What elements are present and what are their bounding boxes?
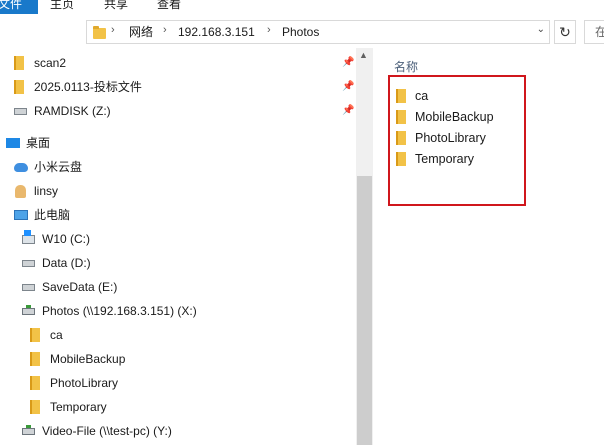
nav-item-this-pc[interactable]: 此电脑 (14, 204, 344, 226)
navigation-pane: scan2 📌 2025.0113-投标文件 📌 RAMDISK (Z:) 📌 … (0, 52, 356, 445)
nav-item-bid-docs[interactable]: 2025.0113-投标文件 (14, 76, 334, 98)
drive-icon (22, 284, 35, 291)
cloud-icon (14, 163, 28, 172)
nav-item-label: scan2 (34, 56, 67, 70)
nav-item-label: ca (50, 328, 63, 342)
folder-icon (14, 80, 24, 94)
tab-view[interactable]: 查看 (157, 0, 181, 14)
folder-icon (14, 56, 24, 70)
chevron-down-icon[interactable]: ⌄ (537, 24, 545, 35)
breadcrumb-host[interactable]: 192.168.3.151 (178, 25, 255, 39)
tab-file[interactable]: 文件 (0, 0, 38, 14)
pin-icon[interactable]: 📌 (342, 81, 354, 92)
windows-drive-icon (22, 230, 35, 244)
nav-item-ramdisk[interactable]: RAMDISK (Z:) (14, 100, 334, 122)
nav-item-drive-x[interactable]: Photos (\\192.168.3.151) (X:) (22, 300, 342, 322)
nav-item-user[interactable]: linsy (14, 180, 344, 202)
pin-icon[interactable]: 📌 (342, 105, 354, 116)
nav-scrollbar[interactable]: ▲ (356, 48, 373, 445)
ribbon-tab-strip: 文件 主页 共享 查看 (0, 0, 604, 14)
breadcrumb-separator: › (163, 24, 167, 36)
desktop-icon (6, 138, 20, 148)
nav-item-label: PhotoLibrary (50, 376, 119, 390)
breadcrumb-photos[interactable]: Photos (282, 25, 319, 39)
breadcrumb-network[interactable]: 网络 (129, 25, 153, 39)
nav-item-label: RAMDISK (Z:) (34, 104, 111, 118)
refresh-button[interactable]: ↻ (554, 20, 576, 44)
nav-item-ca[interactable]: ca (30, 324, 340, 346)
nav-item-label: SaveData (E:) (42, 280, 118, 294)
folder-icon (30, 328, 40, 342)
nav-item-label: Video-File (\\test-pc) (Y:) (42, 424, 172, 438)
nav-item-label: Photos (\\192.168.3.151) (X:) (42, 304, 197, 318)
nav-item-drive-e[interactable]: SaveData (E:) (22, 276, 342, 298)
user-icon (15, 185, 26, 198)
nav-item-label: 此电脑 (34, 208, 71, 222)
nav-item-drive-c[interactable]: W10 (C:) (22, 228, 342, 250)
nav-item-label: 2025.0113-投标文件 (34, 80, 142, 94)
pin-icon[interactable]: 📌 (342, 57, 354, 68)
annotation-highlight-box (388, 75, 526, 206)
column-header-name[interactable]: 名称 (394, 58, 418, 75)
nav-item-mobilebackup[interactable]: MobileBackup (30, 348, 340, 370)
drive-icon (22, 260, 35, 267)
tab-home[interactable]: 主页 (50, 0, 74, 14)
drive-icon (14, 108, 27, 115)
scroll-up-icon[interactable]: ▲ (359, 50, 368, 60)
nav-item-label: MobileBackup (50, 352, 126, 366)
nav-item-label: linsy (34, 184, 59, 198)
nav-item-label: Temporary (50, 400, 107, 414)
folder-icon (30, 376, 40, 390)
computer-icon (14, 210, 28, 220)
folder-icon (93, 26, 106, 39)
nav-item-xiaomi-cloud[interactable]: 小米云盘 (14, 156, 344, 178)
nav-item-label: Data (D:) (42, 256, 91, 270)
nav-item-scan2[interactable]: scan2 (14, 52, 354, 74)
nav-item-label: 桌面 (26, 136, 51, 150)
nav-item-photolibrary[interactable]: PhotoLibrary (30, 372, 340, 394)
tab-share[interactable]: 共享 (104, 0, 128, 14)
network-drive-icon (22, 305, 35, 315)
breadcrumb-separator: › (111, 24, 115, 36)
search-input[interactable]: 在 (584, 20, 604, 44)
nav-item-desktop[interactable]: 桌面 (6, 132, 346, 154)
nav-item-label: W10 (C:) (42, 232, 90, 246)
folder-icon (30, 400, 40, 414)
breadcrumb-separator: › (267, 24, 271, 36)
nav-item-drive-d[interactable]: Data (D:) (22, 252, 342, 274)
nav-item-drive-y[interactable]: Video-File (\\test-pc) (Y:) (22, 420, 342, 442)
nav-item-temporary[interactable]: Temporary (30, 396, 340, 418)
nav-item-label: 小米云盘 (34, 160, 83, 174)
address-bar[interactable]: › 网络 › 192.168.3.151 › Photos ⌄ (86, 20, 550, 44)
scroll-thumb[interactable] (357, 176, 372, 445)
folder-icon (30, 352, 40, 366)
network-drive-icon (22, 425, 35, 435)
